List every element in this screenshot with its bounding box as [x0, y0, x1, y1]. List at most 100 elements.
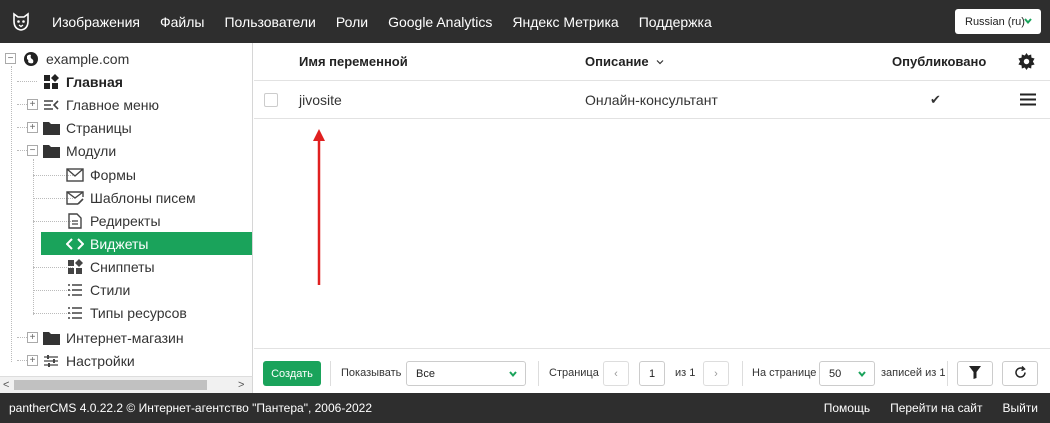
footer-copyright: pantherCMS 4.0.22.2 © Интернет-агентство…: [9, 401, 373, 415]
hamburger-menu-icon[interactable]: [1020, 93, 1036, 109]
tree-toggle-modules[interactable]: −: [27, 145, 38, 156]
sidebar-item-label: Модули: [66, 142, 117, 159]
tree-toggle-pages[interactable]: +: [27, 122, 38, 133]
sidebar-item-resource-types[interactable]: Типы ресурсов: [66, 301, 187, 324]
dashboard-icon: [66, 258, 84, 276]
scroll-left-icon[interactable]: <: [3, 379, 9, 391]
sidebar-item-pages[interactable]: Страницы: [42, 116, 132, 139]
row-checkbox[interactable]: [264, 93, 278, 107]
create-button[interactable]: Создать: [263, 361, 321, 386]
next-page-button[interactable]: ›: [703, 361, 729, 386]
sidebar-item-styles[interactable]: Стили: [66, 278, 130, 301]
sidebar-item-forms[interactable]: Формы: [66, 163, 136, 186]
code-icon: [66, 235, 84, 253]
tree-toggle-shop[interactable]: +: [27, 332, 38, 343]
top-bar: Изображения Файлы Пользователи Роли Goog…: [0, 0, 1050, 43]
mail-edit-icon: [66, 189, 84, 207]
page-of-label: из 1: [675, 367, 696, 379]
sidebar-item-redirects[interactable]: Редиректы: [66, 209, 161, 232]
column-header-published[interactable]: Опубликовано: [892, 54, 986, 69]
column-header-description[interactable]: Описание: [585, 54, 664, 69]
page-input[interactable]: [639, 361, 665, 386]
per-page-select[interactable]: 50: [819, 361, 875, 386]
sidebar-item-email-templates[interactable]: Шаблоны писем: [66, 186, 196, 209]
cell-name[interactable]: jivosite: [299, 92, 342, 108]
nav-google-analytics[interactable]: Google Analytics: [388, 14, 492, 30]
page-label: Страница: [549, 367, 599, 379]
top-nav: Изображения Файлы Пользователи Роли Goog…: [52, 14, 732, 30]
sidebar-item-label: Формы: [90, 166, 136, 183]
nav-roles[interactable]: Роли: [336, 14, 368, 30]
records-label: записей из 1: [881, 367, 946, 379]
sliders-icon: [42, 352, 60, 370]
footer-help-link[interactable]: Помощь: [824, 401, 870, 415]
footer-visit-site-link[interactable]: Перейти на сайт: [890, 401, 982, 415]
annotation-arrow: [313, 129, 325, 285]
column-header-name[interactable]: Имя переменной: [299, 54, 408, 69]
main-content: Имя переменной Описание Опубликовано jiv…: [254, 43, 1050, 393]
chevron-down-icon: [1023, 16, 1033, 29]
table-header: Имя переменной Описание Опубликовано: [254, 43, 1050, 81]
sidebar-item-widgets[interactable]: Виджеты: [41, 232, 252, 255]
language-value: Russian (ru): [965, 15, 1025, 28]
nav-users[interactable]: Пользователи: [224, 14, 315, 30]
footer-links: Помощь Перейти на сайт Выйти: [824, 393, 1050, 423]
gear-icon[interactable]: [1018, 53, 1035, 73]
table-row[interactable]: jivosite Онлайн-консультант ✔: [254, 81, 1050, 119]
show-select-value: Все: [416, 367, 435, 380]
sidebar-item-label: Типы ресурсов: [90, 304, 187, 321]
column-header-description-label: Описание: [585, 54, 649, 69]
refresh-button[interactable]: [1002, 361, 1038, 386]
tree-root-site[interactable]: example.com: [22, 47, 129, 70]
mail-icon: [66, 166, 84, 184]
footer: pantherCMS 4.0.22.2 © Интернет-агентство…: [0, 393, 1050, 423]
tree-toggle-main-menu[interactable]: +: [27, 99, 38, 110]
chevron-down-icon: [508, 369, 518, 382]
cell-description: Онлайн-консультант: [585, 92, 718, 108]
tree-root-label: example.com: [46, 50, 130, 67]
scrollbar-thumb[interactable]: [14, 380, 207, 390]
bottom-toolbar: Создать Показывать Все Страница ‹ из 1 ›…: [254, 348, 1050, 393]
filter-icon: [969, 365, 981, 382]
language-select[interactable]: Russian (ru): [955, 9, 1041, 34]
sidebar-item-main-menu[interactable]: Главное меню: [42, 93, 159, 116]
nav-yandex-metrika[interactable]: Яндекс Метрика: [512, 14, 618, 30]
sidebar-item-settings[interactable]: Настройки: [42, 349, 135, 372]
sidebar-item-label: Главное меню: [66, 96, 160, 113]
sidebar-item-label: Редиректы: [90, 212, 161, 229]
folder-icon: [42, 119, 60, 137]
show-label: Показывать: [341, 367, 402, 379]
sidebar-item-label: Стили: [90, 281, 131, 298]
sidebar-item-modules[interactable]: Модули: [42, 139, 116, 162]
document-icon: [66, 212, 84, 230]
sidebar-item-home[interactable]: Главная: [42, 70, 123, 93]
show-select[interactable]: Все: [406, 361, 526, 386]
cell-published: ✔: [930, 92, 941, 107]
nav-images[interactable]: Изображения: [52, 14, 140, 30]
refresh-icon: [1014, 365, 1027, 382]
prev-page-button[interactable]: ‹: [603, 361, 629, 386]
nav-files[interactable]: Файлы: [160, 14, 204, 30]
tree-toggle-settings[interactable]: +: [27, 355, 38, 366]
nav-support[interactable]: Поддержка: [639, 14, 712, 30]
tree-toggle-root[interactable]: −: [5, 53, 16, 64]
sidebar-item-label: Виджеты: [90, 235, 149, 252]
panther-logo-icon[interactable]: [10, 11, 32, 33]
sidebar-item-label: Настройки: [66, 352, 135, 369]
sidebar-tree: − example.com Главная + Главное меню + С…: [0, 43, 253, 376]
sidebar-item-shop[interactable]: Интернет-магазин: [42, 326, 184, 349]
menu-icon: [42, 96, 60, 114]
filter-button[interactable]: [957, 361, 993, 386]
sidebar-item-label: Страницы: [66, 119, 132, 136]
dashboard-icon: [42, 73, 60, 91]
sidebar-horizontal-scrollbar[interactable]: < >: [0, 376, 253, 393]
per-page-value: 50: [829, 367, 842, 380]
list-icon: [66, 281, 84, 299]
footer-logout-link[interactable]: Выйти: [1002, 401, 1038, 415]
list-icon: [66, 304, 84, 322]
chevron-down-icon: [656, 54, 664, 69]
scroll-right-icon[interactable]: >: [238, 379, 244, 391]
sidebar-item-label: Сниппеты: [90, 258, 155, 275]
folder-icon: [42, 329, 60, 347]
sidebar-item-snippets[interactable]: Сниппеты: [66, 255, 155, 278]
